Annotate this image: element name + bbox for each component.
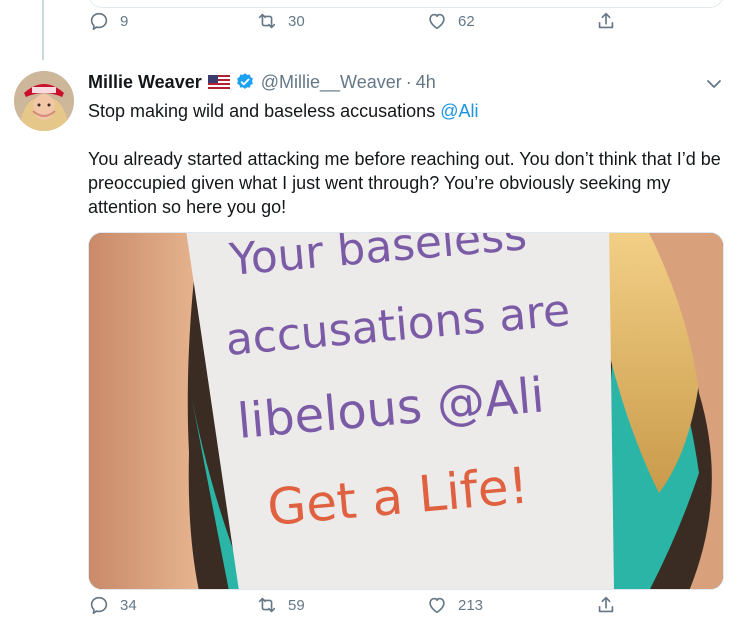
verified-badge-icon (236, 73, 253, 89)
reply-icon (90, 12, 108, 31)
previous-tweet-media-edge (88, 0, 724, 8)
share-button[interactable] (595, 594, 617, 616)
reply-count: 9 (120, 12, 129, 30)
heart-icon (429, 13, 445, 30)
separator-dot: · (405, 71, 412, 92)
like-button[interactable]: 213 (426, 594, 483, 616)
share-icon (598, 596, 614, 613)
sign-photo: Your baseless accusations are libelous @… (89, 233, 723, 589)
like-count: 62 (458, 12, 475, 30)
retweet-icon (258, 13, 276, 29)
retweet-count: 30 (288, 12, 305, 30)
avatar[interactable] (14, 71, 74, 131)
retweet-button[interactable]: 59 (256, 594, 305, 616)
reply-count: 34 (120, 596, 137, 614)
tweet-media-image[interactable]: Your baseless accusations are libelous @… (88, 232, 724, 590)
share-button[interactable] (595, 10, 617, 32)
reply-button[interactable]: 34 (88, 594, 137, 616)
author-name[interactable]: Millie Weaver (88, 72, 202, 93)
author-handle[interactable]: @Millie__Weaver (261, 72, 402, 93)
us-flag-icon (207, 75, 230, 89)
thread-connector-line (42, 0, 44, 60)
tweet-text-paragraph: You already started attacking me before … (88, 149, 721, 217)
heart-icon (429, 597, 445, 614)
mention-link[interactable]: @Ali (440, 101, 478, 121)
reply-icon (90, 596, 108, 615)
tweet-text-main: Stop making wild and baseless accusation… (88, 101, 441, 121)
like-count: 213 (458, 596, 484, 614)
retweet-icon (258, 597, 276, 613)
like-button[interactable]: 62 (426, 10, 475, 32)
share-icon (598, 12, 614, 29)
reply-button[interactable]: 9 (88, 10, 128, 32)
chevron-down-icon[interactable] (705, 75, 723, 93)
tweet-text-line1: Stop making wild and baseless accusation… (88, 99, 728, 123)
tweet-header: Millie Weaver @Millie__Weaver · 4h (88, 71, 436, 93)
tweet-timestamp[interactable]: 4h (416, 72, 436, 93)
retweet-count: 59 (288, 596, 305, 614)
retweet-button[interactable]: 30 (256, 10, 305, 32)
avatar-image (14, 71, 74, 131)
